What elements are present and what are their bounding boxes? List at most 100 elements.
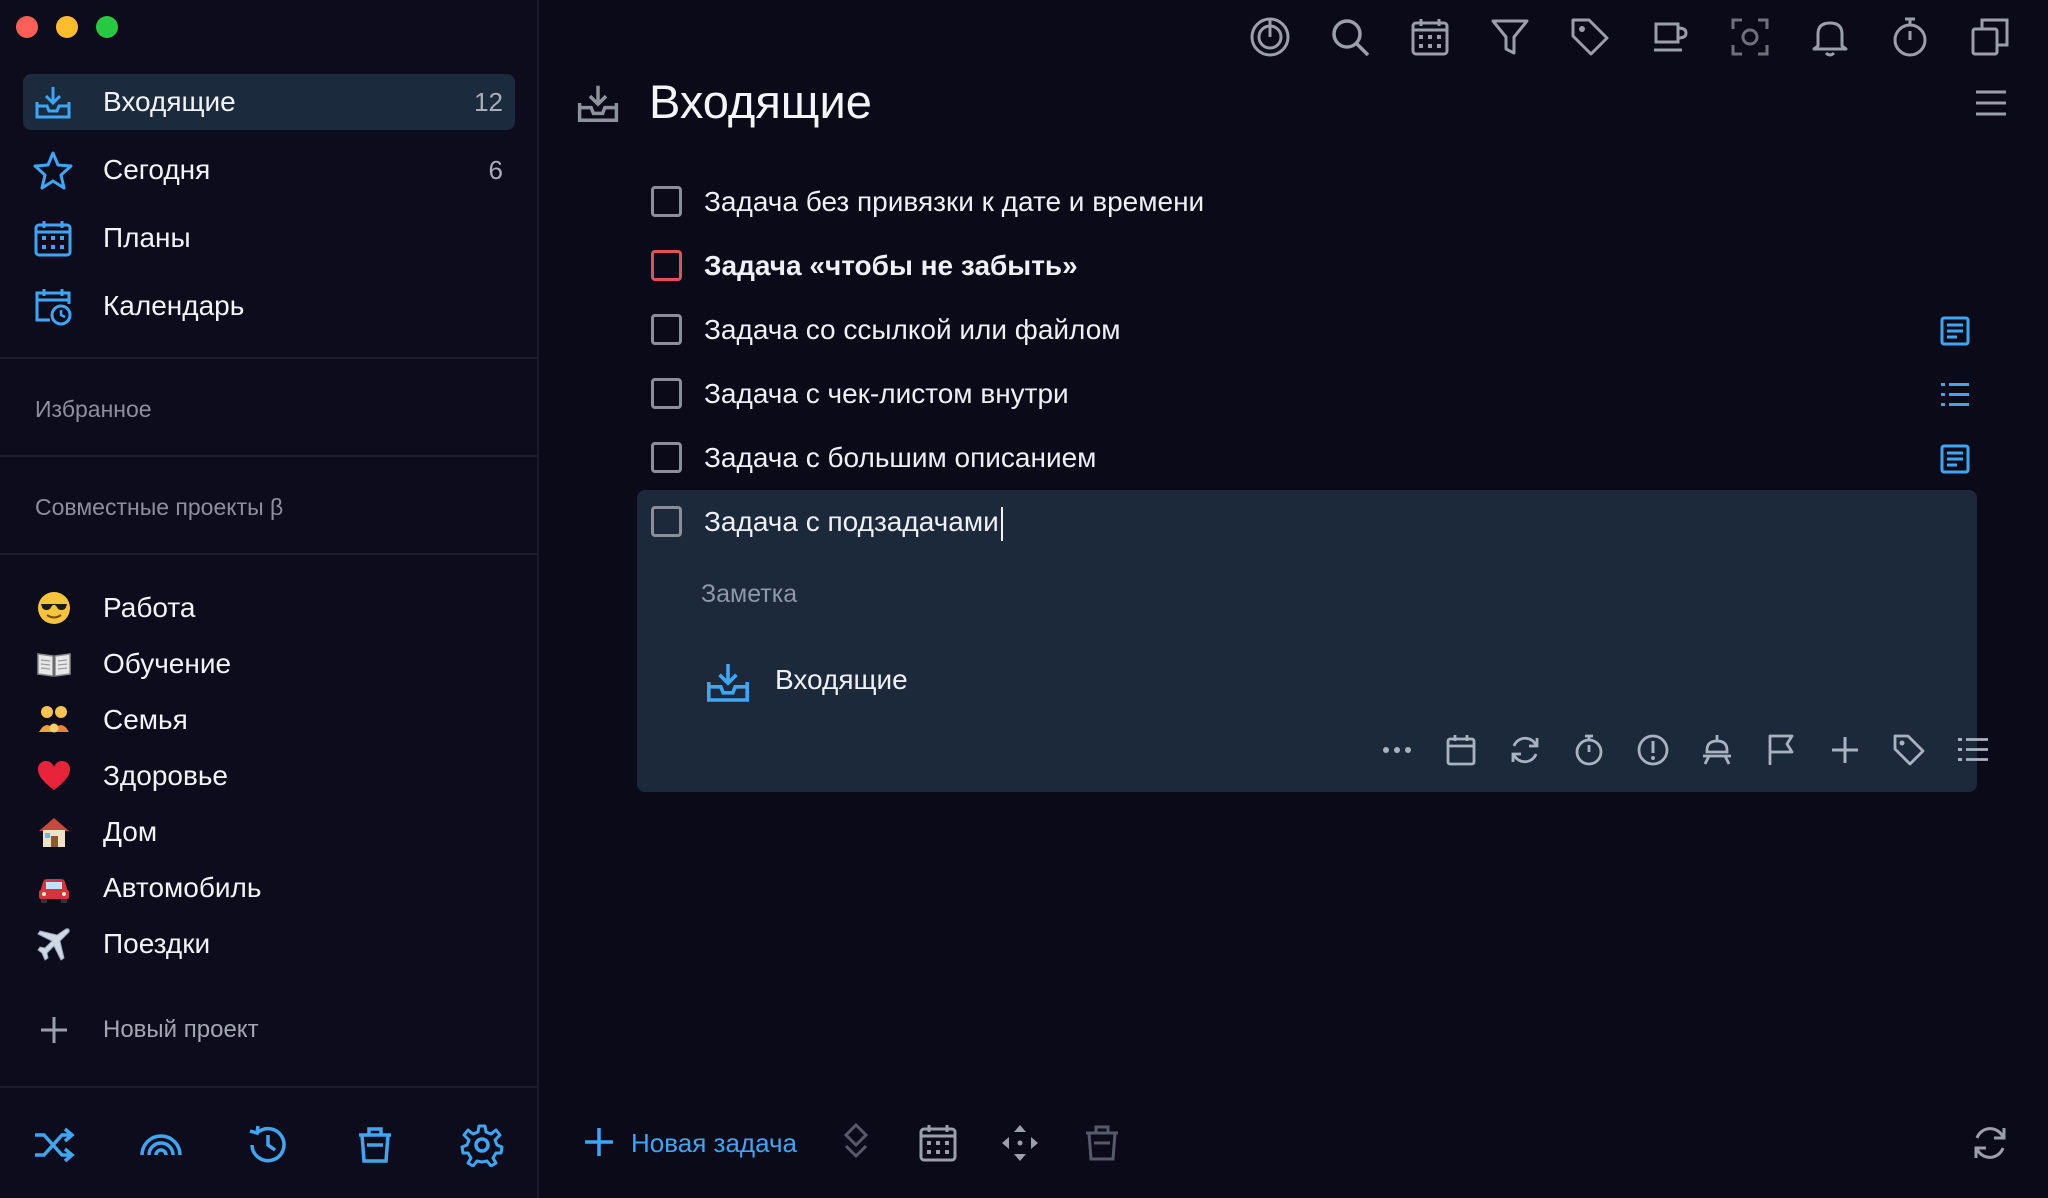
sidebar-item-inbox[interactable]: Входящие 12 [23, 74, 515, 130]
main-area: Входящие Задача без привязки к дате и вр… [541, 0, 2048, 1198]
project-label: Обучение [103, 648, 232, 679]
calendar-icon[interactable] [917, 1122, 959, 1164]
close-window-button[interactable] [16, 16, 38, 38]
menu-icon[interactable] [1974, 86, 2008, 120]
task-checkbox-priority[interactable] [651, 250, 682, 281]
project-item-study[interactable]: Обучение [23, 638, 515, 690]
reminder-icon[interactable] [1699, 732, 1735, 768]
sidebar-item-today[interactable]: Сегодня 6 [23, 142, 515, 198]
task-title[interactable]: Задача без привязки к дате и времени [704, 186, 1204, 218]
calendar-grid-icon [34, 221, 72, 257]
focus-icon[interactable] [1249, 16, 1291, 58]
maximize-window-button[interactable] [96, 16, 118, 38]
task-title-text: Задача с подзадачами [704, 506, 999, 537]
task-row[interactable]: Задача без привязки к дате и времени [651, 177, 1971, 227]
gear-icon[interactable] [460, 1123, 504, 1167]
timer-icon[interactable] [1889, 16, 1931, 58]
sidebar-item-label: Планы [103, 222, 191, 253]
rainbow-icon[interactable] [139, 1123, 183, 1167]
task-row[interactable]: Задача «чтобы не забыть» [651, 241, 1971, 291]
timer-icon[interactable] [1571, 732, 1607, 768]
calendar-icon[interactable] [1443, 732, 1479, 768]
shared-projects-section-label[interactable]: Совместные проекты β [35, 494, 283, 521]
filter-icon[interactable] [1489, 16, 1531, 58]
new-project-label: Новый проект [103, 1016, 259, 1043]
sync-icon[interactable] [1969, 1122, 2011, 1164]
project-label: Семья [103, 704, 188, 735]
plus-icon [585, 1128, 613, 1156]
count-badge: 12 [474, 86, 503, 117]
note-icon [1940, 444, 1970, 474]
move-icon[interactable] [999, 1122, 1041, 1164]
sidebar-item-label: Сегодня [103, 154, 211, 185]
tag-icon[interactable] [1891, 732, 1927, 768]
task-title-input[interactable]: Задача с подзадачами [704, 506, 1003, 541]
history-icon[interactable] [246, 1123, 290, 1167]
sidebar: Входящие 12 Сегодня 6 Планы Календарь Из… [0, 0, 539, 1198]
task-title[interactable]: Задача с большим описанием [704, 442, 1096, 474]
screenshot-icon[interactable] [1729, 16, 1771, 58]
task-title[interactable]: Задача с чек-листом внутри [704, 378, 1069, 410]
tag-icon[interactable] [1569, 16, 1611, 58]
shuffle-icon[interactable] [32, 1123, 76, 1167]
count-badge: 6 [488, 154, 503, 185]
task-row[interactable]: Задача с чек-листом внутри [651, 369, 1971, 419]
plus-icon [41, 1017, 67, 1043]
task-checkbox[interactable] [651, 186, 682, 217]
windows-icon[interactable] [1969, 16, 2011, 58]
subtask-icon[interactable] [1827, 732, 1863, 768]
sidebar-item-label: Календарь [103, 290, 245, 321]
repeat-icon[interactable] [1507, 732, 1543, 768]
task-row[interactable]: Задача с большим описанием [651, 433, 1971, 483]
calendar-clock-icon [35, 289, 72, 326]
calendar-icon[interactable] [1409, 16, 1451, 58]
airplane-emoji-icon [37, 928, 70, 961]
checklist-icon[interactable] [1955, 732, 1991, 768]
search-icon[interactable] [1329, 16, 1371, 58]
task-row[interactable]: Задача со ссылкой или файлом [651, 305, 1971, 355]
book-emoji-icon [37, 653, 71, 677]
car-emoji-icon [39, 879, 69, 903]
project-item-home[interactable]: Дом [23, 806, 515, 858]
task-checkbox[interactable] [651, 442, 682, 473]
task-title[interactable]: Задача со ссылкой или файлом [704, 314, 1121, 346]
trash-icon[interactable] [353, 1123, 397, 1167]
divider [0, 553, 537, 555]
divider [0, 1086, 537, 1088]
project-item-health[interactable]: Здоровье [23, 750, 515, 802]
project-item-trips[interactable]: Поездки [23, 918, 515, 970]
project-item-family[interactable]: Семья [23, 694, 515, 746]
sidebar-item-label: Входящие [103, 86, 236, 117]
text-caret [1000, 506, 1003, 541]
trash-icon[interactable] [1081, 1122, 1123, 1164]
bell-icon[interactable] [1809, 16, 1851, 58]
task-checkbox[interactable] [651, 378, 682, 409]
task-checkbox[interactable] [651, 314, 682, 345]
task-title[interactable]: Задача «чтобы не забыть» [704, 250, 1078, 282]
favorites-section-label[interactable]: Избранное [35, 396, 152, 423]
more-icon[interactable] [1379, 732, 1415, 768]
sidebar-item-plans[interactable]: Планы [23, 210, 515, 266]
project-label: Здоровье [103, 760, 229, 791]
task-row-editing[interactable]: Задача с подзадачами [651, 497, 1971, 547]
flag-icon[interactable] [1763, 732, 1799, 768]
note-field[interactable]: Заметка [701, 580, 797, 609]
new-project-button[interactable]: Новый проект [23, 1004, 515, 1056]
priority-icon[interactable] [1635, 732, 1671, 768]
task-checkbox[interactable] [651, 506, 682, 537]
inbox-icon[interactable] [704, 658, 752, 706]
minimize-window-button[interactable] [56, 16, 78, 38]
project-label: Поездки [103, 928, 211, 959]
inbox-icon [35, 87, 71, 119]
house-emoji-icon [39, 818, 69, 847]
sidebar-item-calendar[interactable]: Календарь [23, 278, 515, 334]
collapse-icon[interactable] [835, 1122, 877, 1164]
coffee-icon[interactable] [1649, 16, 1691, 58]
project-item-work[interactable]: Работа [23, 582, 515, 634]
task-project-label[interactable]: Входящие [775, 664, 908, 696]
project-label: Работа [103, 592, 196, 623]
project-item-car[interactable]: Автомобиль [23, 862, 515, 914]
note-icon [1940, 316, 1970, 346]
family-emoji-icon [39, 706, 69, 733]
divider [0, 455, 537, 457]
